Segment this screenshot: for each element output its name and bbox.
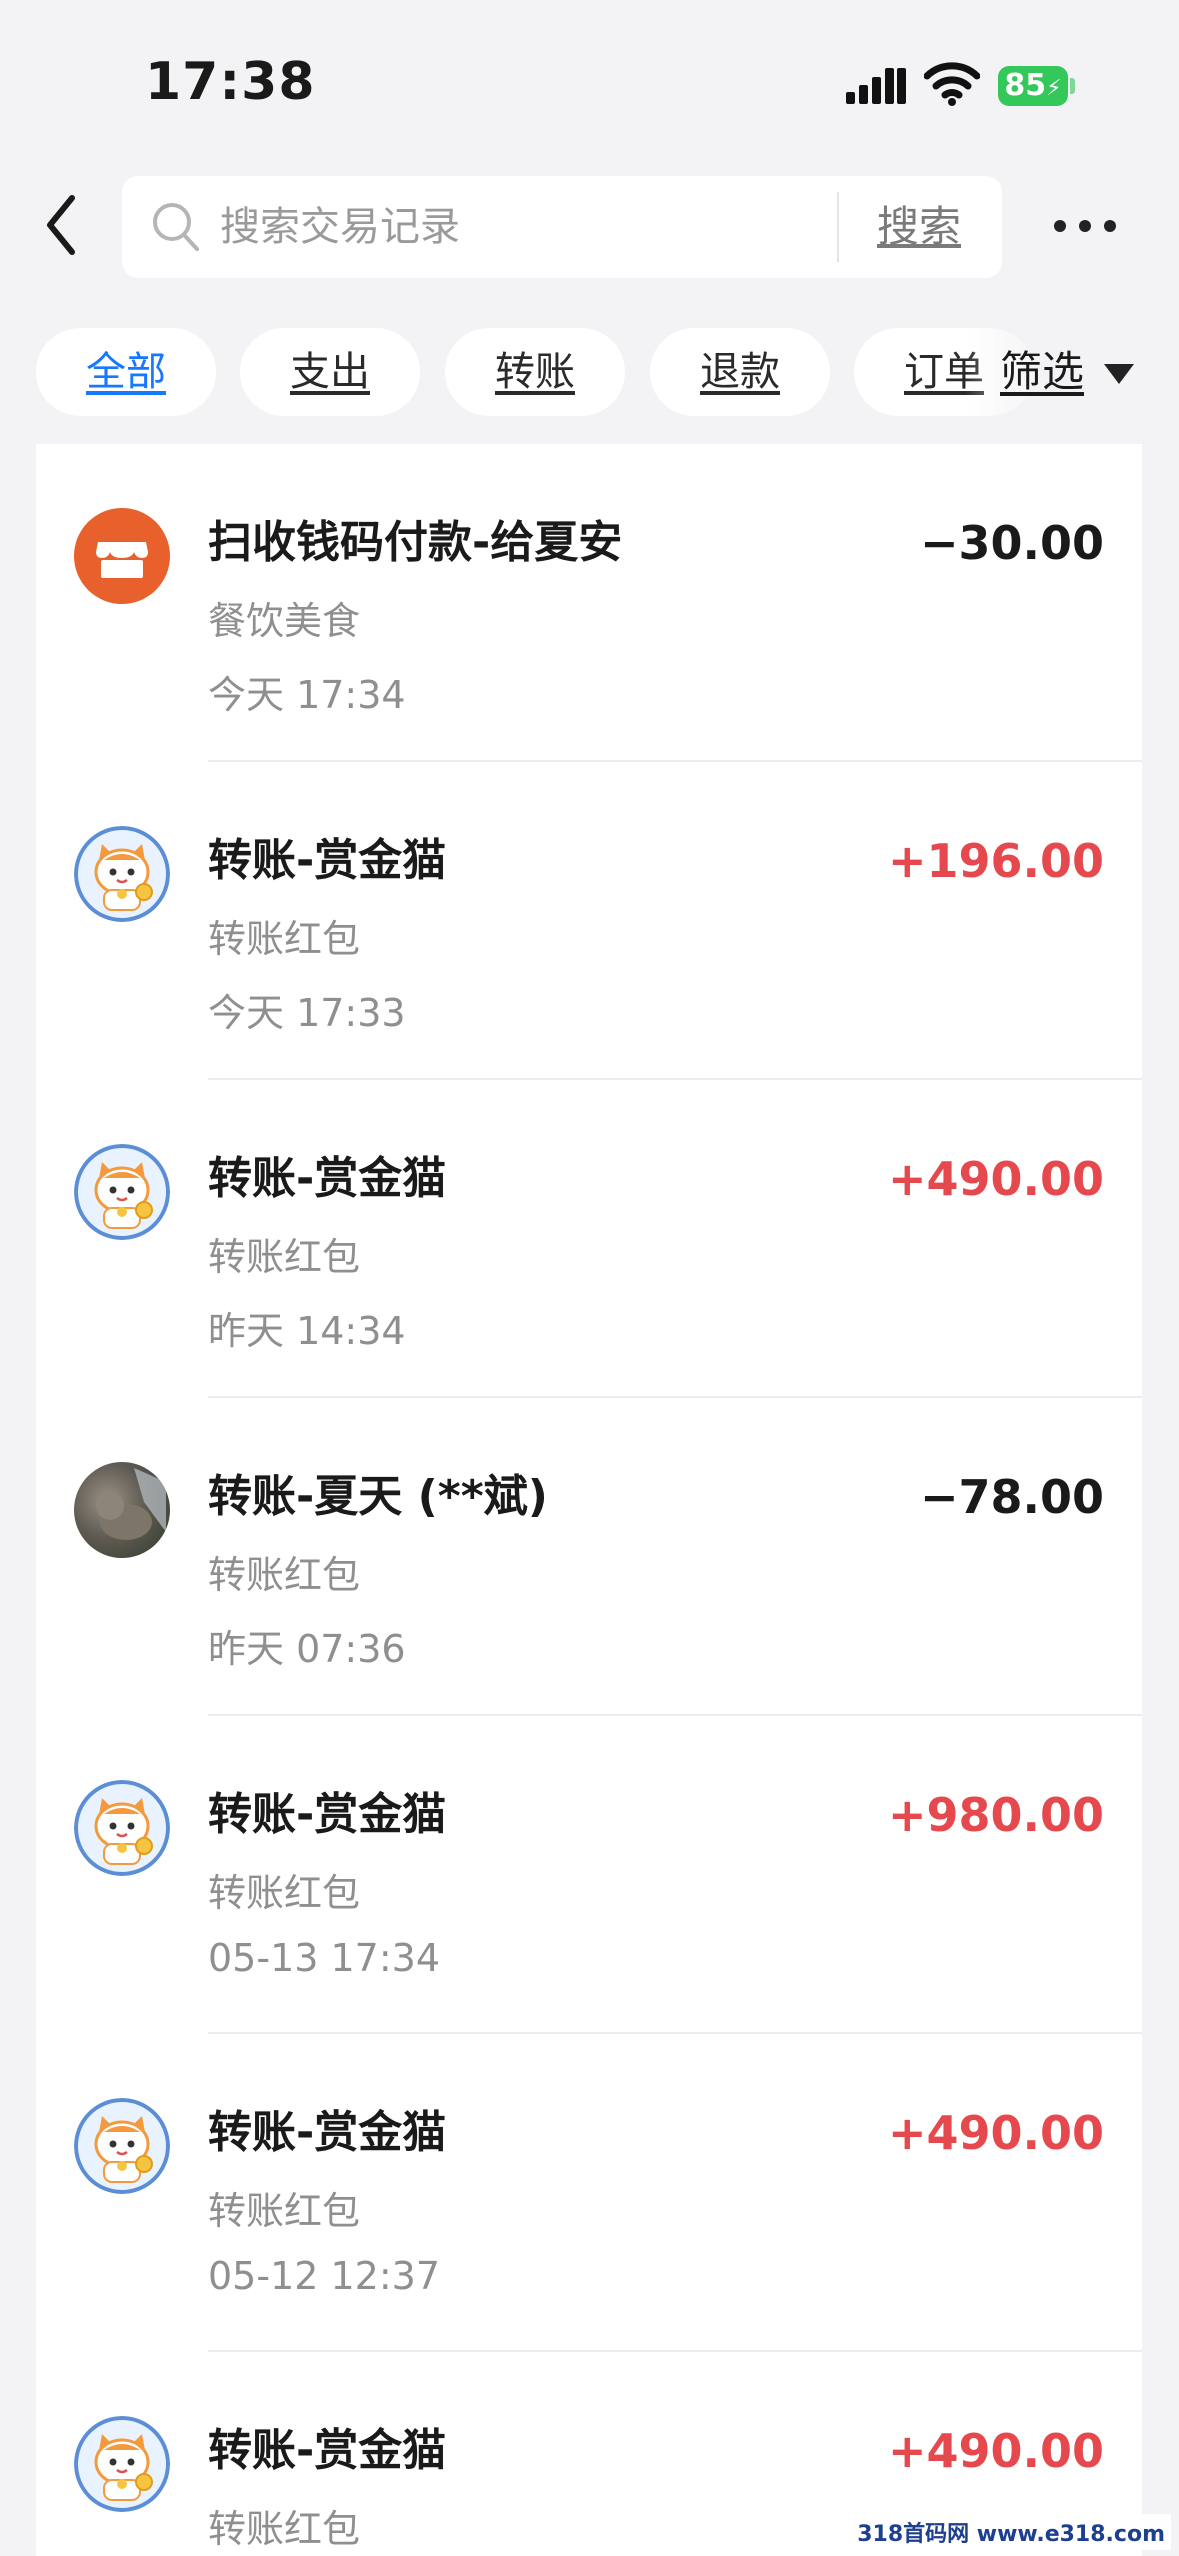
transaction-time: 今天 17:34	[208, 673, 406, 717]
status-time: 17:38	[145, 52, 316, 112]
tab-transfer[interactable]: 转账	[445, 328, 625, 416]
lucky-cat-avatar	[74, 1780, 170, 1876]
transaction-title: 转账-赏金猫	[208, 2107, 447, 2158]
filter-tab-bar: 全部 支出 转账 退款 订单 筛选	[0, 328, 1179, 416]
transaction-row[interactable]: 扫收钱码付款-给夏安 餐饮美食 今天 17:34 −30.00	[36, 444, 1142, 762]
transaction-list: 扫收钱码付款-给夏安 餐饮美食 今天 17:34 −30.00 转账-赏金猫 转…	[36, 444, 1142, 2556]
filter-button[interactable]: 筛选	[1000, 328, 1084, 416]
charging-bolt-icon: ⚡	[1046, 76, 1062, 101]
transaction-time: 昨天 07:36	[208, 1627, 406, 1671]
transaction-time: 今天 17:33	[208, 991, 406, 1035]
back-button[interactable]	[36, 190, 92, 260]
transaction-amount: +490.00	[887, 2424, 1104, 2478]
transaction-category: 转账红包	[208, 2189, 361, 2233]
transaction-row[interactable]: 转账-赏金猫 转账红包 昨天 14:34 +490.00	[36, 1080, 1142, 1398]
transaction-title: 转账-赏金猫	[208, 1153, 447, 1204]
transaction-category: 转账红包	[208, 1871, 361, 1915]
cellular-signal-icon	[846, 68, 906, 104]
search-divider	[837, 192, 839, 262]
wifi-icon	[924, 62, 980, 106]
status-bar: 17:38 85⚡	[0, 0, 1179, 170]
transaction-title: 转账-赏金猫	[208, 2425, 447, 2476]
transaction-amount: −78.00	[919, 1470, 1104, 1524]
transaction-amount: +490.00	[887, 1152, 1104, 1206]
transaction-category: 转账红包	[208, 1553, 361, 1597]
transaction-category: 转账红包	[208, 917, 361, 961]
transaction-row[interactable]: 转账-赏金猫 转账红包 05-13 17:34 +980.00	[36, 1716, 1142, 2034]
more-dot-icon	[1054, 220, 1066, 232]
transaction-time: 昨天 14:34	[208, 1309, 406, 1353]
transaction-amount: +980.00	[887, 1788, 1104, 1842]
more-dot-icon	[1104, 220, 1116, 232]
transaction-row[interactable]: 转账-赏金猫 转账红包 05-12 12:37 +490.00	[36, 2034, 1142, 2352]
photo-avatar	[74, 1462, 170, 1558]
transaction-category: 转账红包	[208, 1235, 361, 1279]
more-dot-icon	[1079, 220, 1091, 232]
transaction-time: 05-13 17:34	[208, 1936, 441, 1980]
transaction-title: 转账-夏天 (**斌)	[208, 1471, 548, 1522]
transaction-title: 转账-赏金猫	[208, 1789, 447, 1840]
battery-tip	[1070, 78, 1075, 94]
watermark-text: 318首码网 www.e318.com	[851, 2514, 1171, 2550]
tab-all[interactable]: 全部	[36, 328, 216, 416]
transaction-amount: +490.00	[887, 2106, 1104, 2160]
more-options-button[interactable]	[1050, 200, 1120, 250]
lucky-cat-avatar	[74, 2098, 170, 2194]
transaction-amount: +196.00	[887, 834, 1104, 888]
transaction-time: 05-12 12:37	[208, 2254, 441, 2298]
transaction-row[interactable]: 转账-赏金猫 转账红包 今天 17:33 +196.00	[36, 762, 1142, 1080]
battery-indicator: 85⚡	[998, 66, 1068, 106]
tab-refund[interactable]: 退款	[650, 328, 830, 416]
lucky-cat-avatar	[74, 2416, 170, 2512]
search-input[interactable]: 搜索交易记录	[220, 176, 460, 278]
lucky-cat-avatar	[74, 1144, 170, 1240]
transaction-row[interactable]: 转账-夏天 (**斌) 转账红包 昨天 07:36 −78.00	[36, 1398, 1142, 1716]
store-icon	[74, 508, 170, 604]
caret-down-icon[interactable]	[1104, 364, 1134, 384]
search-bar[interactable]: 搜索交易记录 搜索	[122, 176, 1002, 278]
transaction-category: 餐饮美食	[208, 599, 361, 643]
battery-level: 85	[1004, 68, 1047, 103]
transaction-amount: −30.00	[919, 516, 1104, 570]
transaction-title: 扫收钱码付款-给夏安	[208, 517, 623, 568]
search-button[interactable]: 搜索	[877, 176, 961, 278]
transaction-category: 转账红包	[208, 2507, 361, 2551]
tab-expense[interactable]: 支出	[240, 328, 420, 416]
lucky-cat-avatar	[74, 826, 170, 922]
search-icon	[153, 203, 199, 251]
transaction-title: 转账-赏金猫	[208, 835, 447, 886]
